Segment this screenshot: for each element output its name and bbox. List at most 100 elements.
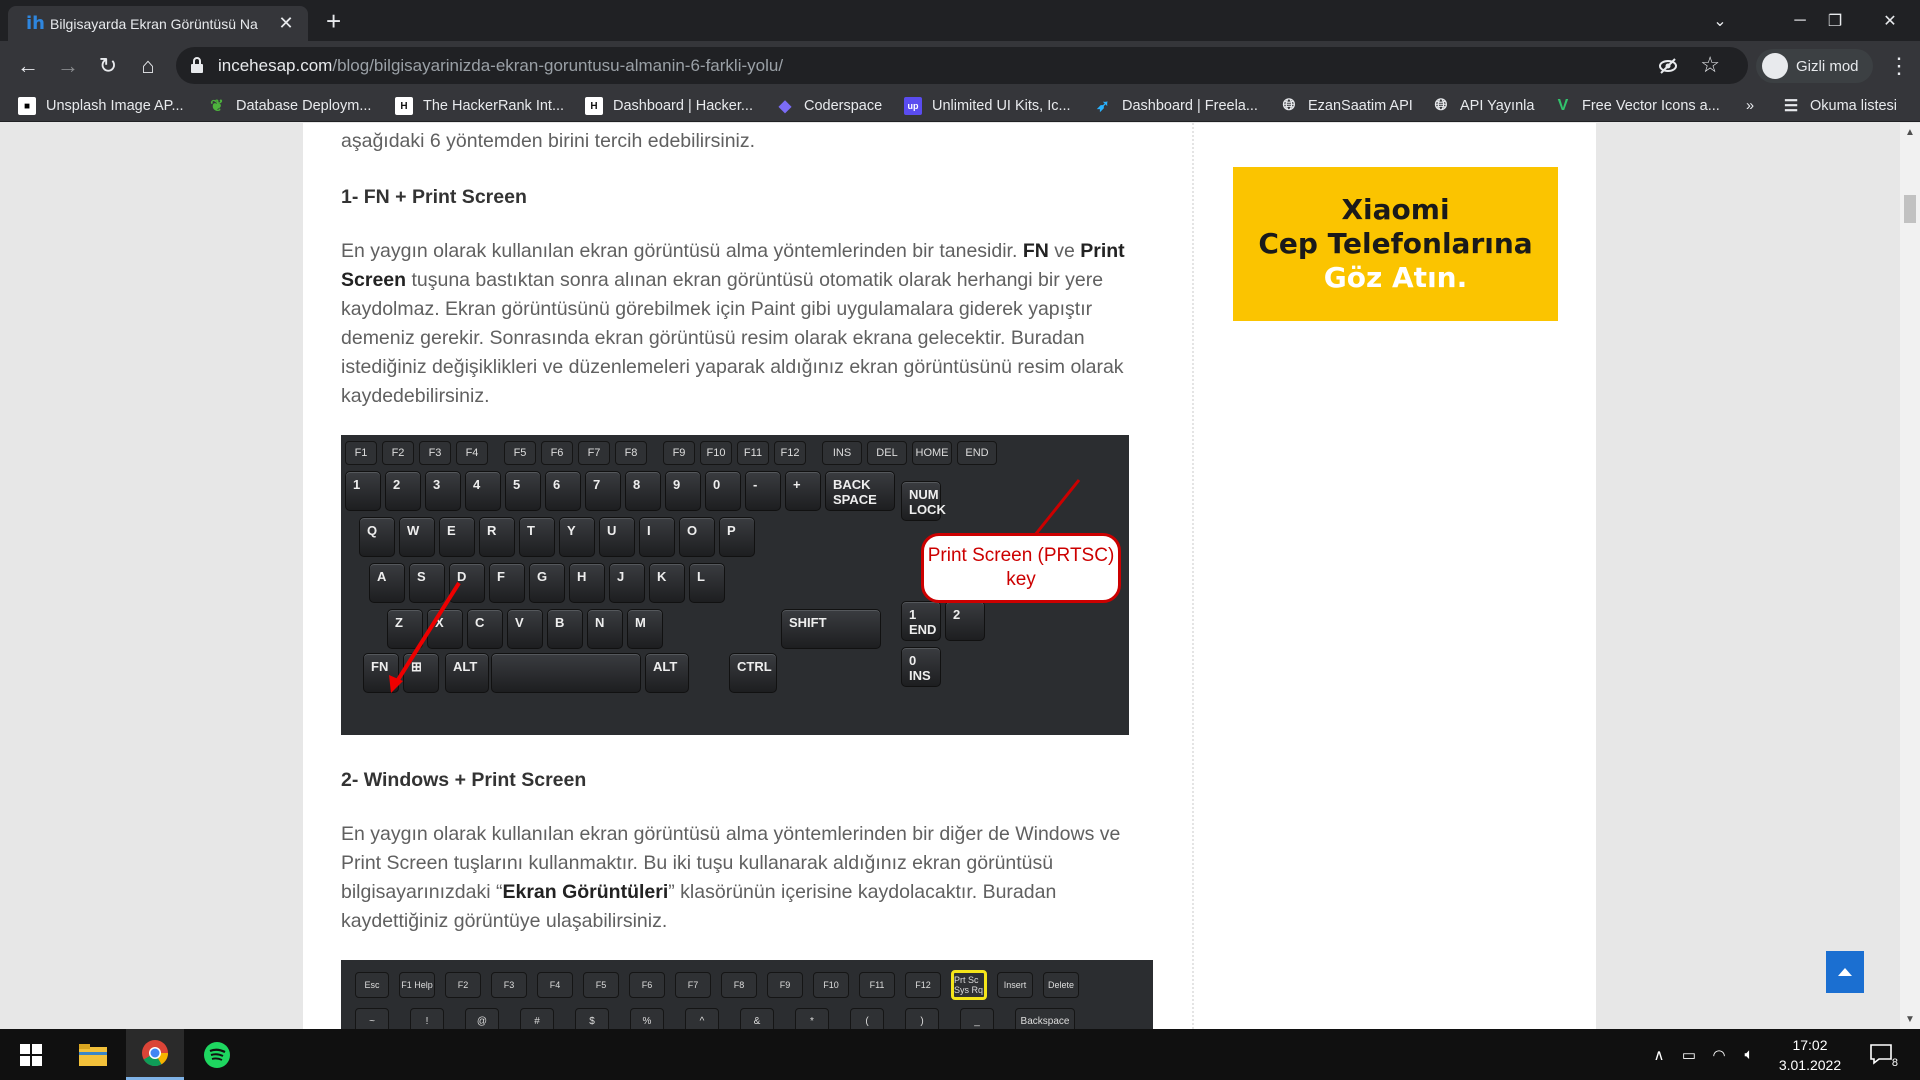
bookmark-item[interactable]: 🌐︎ EzanSaatim API (1280, 95, 1413, 117)
browser-menu-icon[interactable]: ⋮ (1888, 52, 1910, 80)
forward-button[interactable]: → (52, 50, 84, 82)
number-key: & (740, 1008, 774, 1029)
reload-button[interactable]: ↻ (92, 50, 124, 82)
page-viewport: aşağıdaki 6 yöntemden birini tercih edeb… (0, 123, 1900, 1029)
scrollbar-thumb[interactable] (1904, 195, 1916, 223)
paragraph-fn-print-screen: En yaygın olarak kullanılan ekran görünt… (341, 240, 1125, 407)
tracking-blocked-eye-icon[interactable] (1658, 56, 1678, 76)
function-key: F6 (629, 972, 665, 998)
url-text: incehesap.com/blog/bilgisayarinizda-ekra… (218, 56, 784, 75)
bookmarks-bar: ■ Unsplash Image AP... ❦ Database Deploy… (0, 90, 1920, 122)
number-key: * (795, 1008, 829, 1029)
function-key: F3 (491, 972, 527, 998)
restore-button[interactable]: ❐ (1805, 0, 1865, 41)
bookmark-item[interactable]: H Dashboard | Hacker... (585, 95, 753, 117)
function-key: F1 Help (399, 972, 435, 998)
number-key: ! (410, 1008, 444, 1029)
function-key: F10 (813, 972, 849, 998)
browser-toolbar: ← → ↻ ⌂ incehesap.com/blog/bilgisayarini… (0, 41, 1920, 90)
ad-line-3: Göz Atın. (1323, 261, 1468, 294)
function-key: F7 (675, 972, 711, 998)
keyboard-windows-prtsc-image: Esc F1 Help F2 F3 F4 F5 F6 F7 F8 F9 F10 F11 F12 Prt S… (341, 960, 1153, 1029)
taskbar-clock[interactable]: 17:02 3.01.2022 (1770, 1035, 1850, 1075)
tray-overflow-chevron-icon[interactable]: ∧ (1644, 1046, 1674, 1064)
start-button[interactable] (2, 1029, 60, 1080)
notification-icon (1870, 1044, 1892, 1065)
bookmark-label: Free Vector Icons a... (1582, 98, 1720, 114)
xiaomi-ad-banner[interactable]: Xiaomi Cep Telefonlarına Göz Atın. (1233, 167, 1558, 321)
number-key: ^ (685, 1008, 719, 1029)
folder-icon (79, 1043, 107, 1066)
tab-close-icon[interactable]: ✕ (276, 13, 296, 34)
function-key: F4 (537, 972, 573, 998)
scroll-down-arrow-icon[interactable]: ▼ (1905, 1014, 1915, 1025)
incehesap-favicon-icon: ih (26, 13, 45, 34)
notification-count: 8 (1891, 1057, 1898, 1069)
bookmarks-overflow-button[interactable]: » (1746, 95, 1754, 117)
file-explorer-button[interactable] (64, 1029, 122, 1080)
bookmark-item[interactable]: H The HackerRank Int... (395, 95, 564, 117)
bookmark-item[interactable]: ■ Unsplash Image AP... (18, 95, 184, 117)
notification-center-button[interactable]: 8 (1866, 1039, 1898, 1069)
bookmark-item[interactable]: ➶ Dashboard | Freela... (1094, 95, 1258, 117)
tab-search-icon[interactable]: ⌄ (1690, 0, 1750, 41)
address-bar[interactable]: incehesap.com/blog/bilgisayarinizda-ekra… (176, 47, 1748, 84)
clock-time: 17:02 (1792, 1037, 1828, 1053)
wifi-icon[interactable]: ◠ (1704, 1046, 1734, 1064)
battery-icon[interactable]: ▭ (1674, 1046, 1704, 1064)
function-key: F8 (721, 972, 757, 998)
scroll-up-arrow-icon[interactable]: ▲ (1905, 127, 1915, 138)
browser-tab[interactable]: ih Bilgisayarda Ekran Görüntüsü Na ✕ (8, 6, 308, 41)
bookmark-label: Coderspace (804, 98, 883, 114)
reading-list-button[interactable]: ☰ Okuma listesi (1782, 95, 1897, 117)
hackerrank-icon: H (585, 97, 603, 115)
incognito-label: Gizli mod (1796, 57, 1859, 75)
function-key: Prt Sc Sys Rq (951, 970, 987, 1000)
number-key: # (520, 1008, 554, 1029)
keyboard-fn-prtsc-image: F1 F2 F3 F4 F5 F6 F7 F8 F9 F10 F11 F12 INS DEL HOME END… (341, 435, 1129, 735)
incognito-icon (1762, 53, 1788, 79)
chrome-taskbar-button[interactable] (126, 1029, 184, 1080)
lock-icon[interactable] (190, 57, 204, 73)
spotify-taskbar-button[interactable] (188, 1029, 246, 1080)
chrome-icon (142, 1040, 169, 1067)
bookmark-label: Unsplash Image AP... (46, 98, 184, 114)
function-key: F2 (445, 972, 481, 998)
bookmark-label: The HackerRank Int... (423, 98, 565, 114)
scroll-to-top-button[interactable] (1826, 951, 1864, 993)
intro-text: aşağıdaki 6 yöntemden birini tercih edeb… (341, 130, 756, 152)
new-tab-button[interactable]: + (326, 6, 341, 36)
function-key: F12 (905, 972, 941, 998)
close-window-button[interactable]: ✕ (1860, 0, 1920, 41)
bookmark-label: Dashboard | Freela... (1122, 98, 1258, 114)
bookmark-label: Dashboard | Hacker... (613, 98, 753, 114)
number-key: ( (850, 1008, 884, 1029)
incognito-indicator[interactable]: Gizli mod (1756, 49, 1873, 83)
reading-list-label: Okuma listesi (1810, 98, 1898, 114)
article-container: aşağıdaki 6 yöntemden birini tercih edeb… (303, 123, 1596, 1029)
bookmark-item[interactable]: 🌐︎ API Yayınla (1432, 95, 1535, 117)
page-scrollbar[interactable]: ▲ ▼ (1900, 123, 1920, 1029)
chevron-up-icon (1838, 968, 1852, 976)
number-key: _ (960, 1008, 994, 1029)
callout-line-1: Print Screen (PRTSC) (927, 545, 1115, 566)
clock-date: 3.01.2022 (1778, 1057, 1842, 1073)
bookmark-item[interactable]: V Free Vector Icons a... (1554, 95, 1720, 117)
coderspace-icon: ◆ (778, 98, 792, 115)
tab-title: Bilgisayarda Ekran Görüntüsü Na (50, 15, 258, 32)
bookmark-label: EzanSaatim API (1308, 98, 1413, 114)
bookmark-item[interactable]: ❦ Database Deploym... (208, 95, 371, 117)
function-key: Delete (1043, 972, 1079, 998)
number-key: % (630, 1008, 664, 1029)
mongodb-leaf-icon: ❦ (210, 98, 224, 115)
ad-line-1: Xiaomi (1341, 193, 1450, 226)
function-key: Insert (997, 972, 1033, 998)
bookmark-item[interactable]: ◆ Coderspace (776, 95, 882, 117)
tab-strip: ih Bilgisayarda Ekran Görüntüsü Na ✕ + ⌄… (0, 0, 1920, 41)
back-button[interactable]: ← (12, 50, 44, 82)
vecteezy-icon: V (1557, 97, 1569, 114)
bookmark-star-icon[interactable]: ☆ (1700, 52, 1720, 78)
bookmark-item[interactable]: up Unlimited UI Kits, Ic... (904, 95, 1071, 117)
home-button[interactable]: ⌂ (132, 50, 164, 82)
volume-icon[interactable]: 🔈︎ (1734, 1046, 1764, 1063)
